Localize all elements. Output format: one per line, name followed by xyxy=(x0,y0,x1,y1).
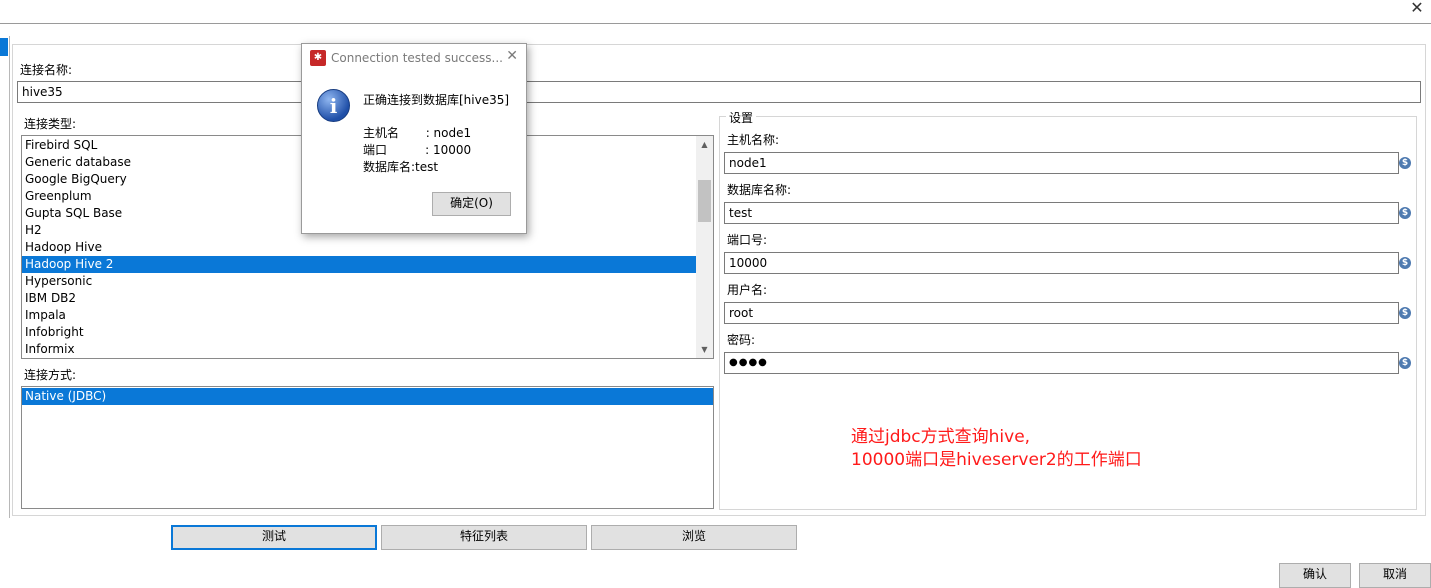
scroll-up-icon[interactable]: ▲ xyxy=(696,136,713,153)
connection-type-scrollbar[interactable]: ▲ ▼ xyxy=(696,136,713,358)
test-button[interactable]: 测试 xyxy=(171,525,377,550)
left-navigation-selected[interactable] xyxy=(0,38,8,56)
explore-button[interactable]: 浏览 xyxy=(591,525,797,550)
dialog-title: Connection tested success... xyxy=(331,51,503,65)
port-variable-icon[interactable]: $ xyxy=(1399,257,1411,269)
dialog-close-icon[interactable]: ✕ xyxy=(506,48,518,64)
port-input[interactable]: 10000 xyxy=(724,252,1399,274)
left-navigation-edge xyxy=(0,36,10,518)
scroll-down-icon[interactable]: ▼ xyxy=(696,341,713,358)
port-label: 端口号: xyxy=(727,233,768,247)
database-label: 数据库名称: xyxy=(727,183,792,197)
connection-type-list-item[interactable]: Informix xyxy=(22,341,698,358)
password-input[interactable]: ●●●● xyxy=(724,352,1399,374)
connection-type-list-item[interactable]: IBM DB2 xyxy=(22,290,698,307)
dialog-host-line: 主机名 : node1 xyxy=(363,126,472,140)
feature-list-button[interactable]: 特征列表 xyxy=(381,525,587,550)
annotation-line-2: 10000端口是hiveserver2的工作端口 xyxy=(851,450,1142,470)
password-variable-icon[interactable]: $ xyxy=(1399,357,1411,369)
ok-button[interactable]: 确认 xyxy=(1279,563,1351,588)
host-input[interactable]: node1 xyxy=(724,152,1399,174)
dialog-database-line: 数据库名:test xyxy=(363,160,439,174)
annotation-line-1: 通过jdbc方式查询hive, xyxy=(851,427,1031,447)
info-icon: i xyxy=(317,89,350,122)
cancel-button[interactable]: 取消 xyxy=(1359,563,1431,588)
database-input[interactable]: test xyxy=(724,202,1399,224)
connection-success-dialog: ✱ Connection tested success... ✕ i 正确连接到… xyxy=(301,43,527,234)
window-close-icon[interactable]: ✕ xyxy=(1405,0,1429,18)
connection-name-input[interactable]: hive35 xyxy=(17,81,1421,103)
access-method-list[interactable]: Native (JDBC) xyxy=(21,386,714,509)
connection-type-list-item[interactable]: Infobright xyxy=(22,324,698,341)
settings-group-label: 设置 xyxy=(726,109,757,126)
access-method-label: 连接方式: xyxy=(24,368,77,382)
dialog-ok-button[interactable]: 确定(O) xyxy=(432,192,511,216)
dialog-port-line: 端口 : 10000 xyxy=(363,143,472,157)
connection-type-label: 连接类型: xyxy=(24,117,77,131)
dialog-message: 正确连接到数据库[hive35] xyxy=(363,93,510,107)
username-label: 用户名: xyxy=(727,283,768,297)
scrollbar-thumb[interactable] xyxy=(698,180,711,222)
connection-type-list-item[interactable]: Hadoop Hive xyxy=(22,239,698,256)
app-icon: ✱ xyxy=(310,50,326,66)
username-variable-icon[interactable]: $ xyxy=(1399,307,1411,319)
connection-type-list-item[interactable]: Impala xyxy=(22,307,698,324)
database-variable-icon[interactable]: $ xyxy=(1399,207,1411,219)
access-method-list-item[interactable]: Native (JDBC) xyxy=(22,388,713,405)
connection-name-label: 连接名称: xyxy=(20,63,73,77)
host-label: 主机名称: xyxy=(727,133,780,147)
title-bar-divider xyxy=(0,23,1431,24)
password-label: 密码: xyxy=(727,333,756,347)
username-input[interactable]: root xyxy=(724,302,1399,324)
host-variable-icon[interactable]: $ xyxy=(1399,157,1411,169)
connection-type-list-item[interactable]: Hypersonic xyxy=(22,273,698,290)
connection-type-list-item[interactable]: Hadoop Hive 2 xyxy=(22,256,698,273)
